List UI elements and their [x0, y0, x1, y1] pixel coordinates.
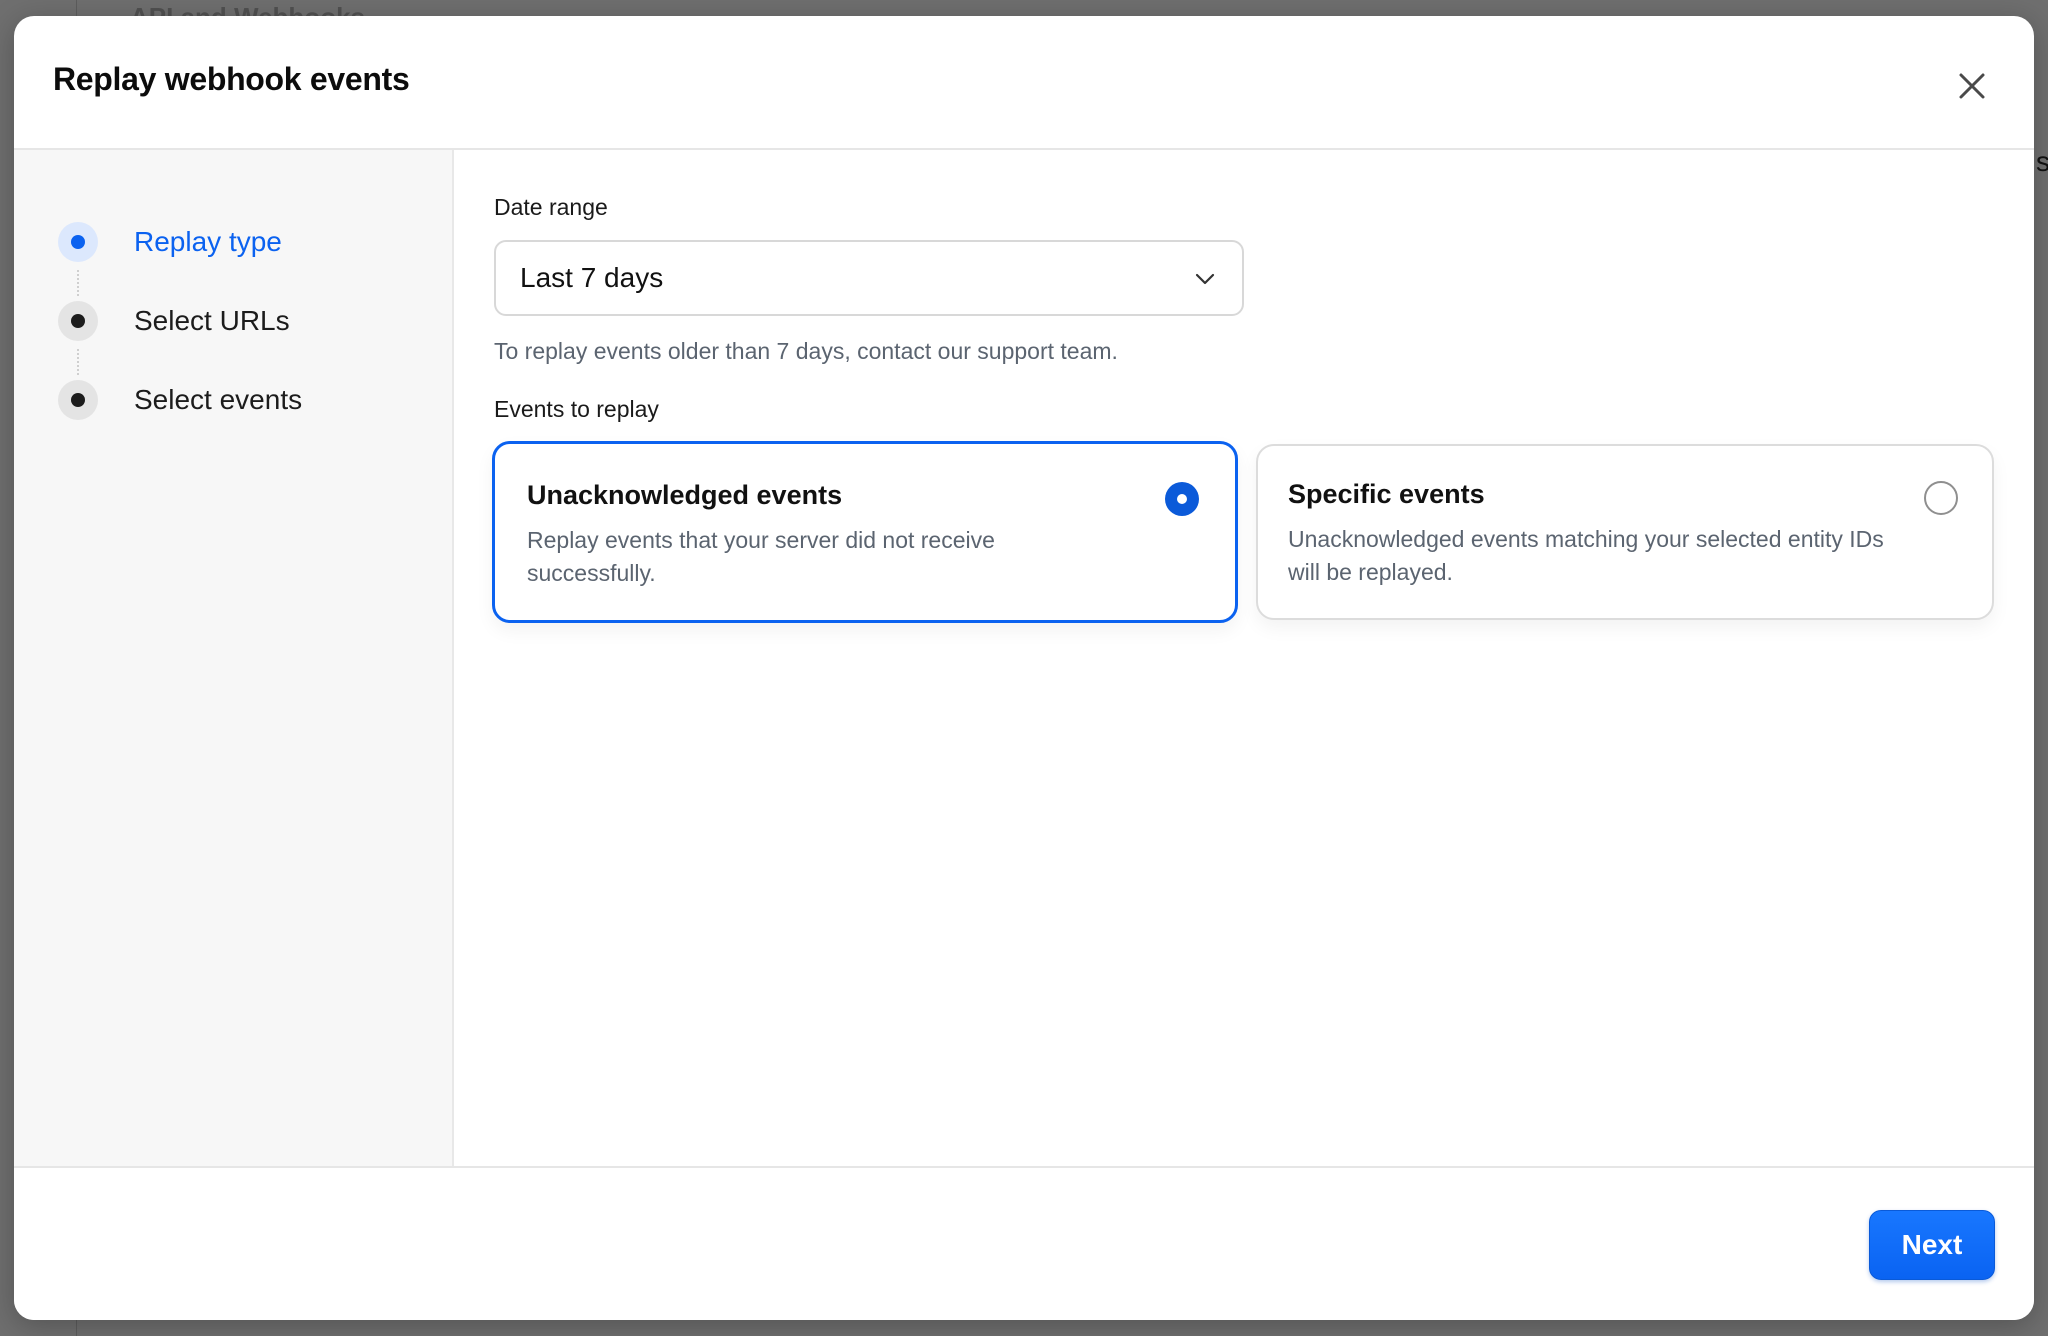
option-description: Unacknowledged events matching your sele…: [1288, 526, 1884, 585]
step-select-events[interactable]: Select events: [58, 378, 302, 422]
close-icon: [1959, 73, 1985, 99]
close-button[interactable]: [1950, 64, 1994, 108]
step-label: Replay type: [134, 226, 282, 257]
steps-sidebar: Replay type Select URLs Select events: [14, 150, 454, 1166]
replay-webhook-modal: Replay webhook events Replay type Select…: [14, 16, 2034, 1320]
option-description: Replay events that your server did not r…: [527, 527, 995, 586]
option-unacknowledged-events[interactable]: Unacknowledged events Replay events that…: [492, 441, 1238, 623]
option-specific-events[interactable]: Specific events Unacknowledged events ma…: [1256, 444, 1994, 620]
radio-selected-icon[interactable]: [1165, 482, 1199, 516]
date-range-help-text: To replay events older than 7 days, cont…: [494, 338, 1118, 364]
step-label: Select URLs: [134, 305, 290, 336]
modal-header: Replay webhook events: [14, 16, 2034, 150]
option-title: Unacknowledged events: [527, 480, 843, 510]
step-connector: [77, 270, 79, 296]
option-title: Specific events: [1288, 479, 1485, 509]
chevron-down-icon: [1195, 273, 1215, 285]
date-range-select[interactable]: Last 7 days: [494, 240, 1244, 316]
date-range-label: Date range: [494, 194, 608, 220]
step-select-urls[interactable]: Select URLs: [58, 299, 290, 343]
date-range-value: Last 7 days: [520, 262, 664, 293]
background-edge-text: s: [2036, 146, 2048, 177]
step-indicator-icon: [58, 301, 98, 341]
step-label: Select events: [134, 384, 303, 415]
step-replay-type[interactable]: Replay type: [58, 220, 282, 264]
modal-footer: [14, 1166, 2034, 1320]
step-connector: [77, 349, 79, 375]
background-divider-bottom: [76, 1318, 77, 1336]
step-indicator-icon: [58, 380, 98, 420]
modal-title: Replay webhook events: [53, 61, 410, 97]
radio-unselected-icon[interactable]: [1924, 481, 1958, 515]
next-button[interactable]: Next: [1869, 1210, 1995, 1280]
events-to-replay-label: Events to replay: [494, 396, 659, 422]
step-indicator-icon: [58, 222, 98, 262]
